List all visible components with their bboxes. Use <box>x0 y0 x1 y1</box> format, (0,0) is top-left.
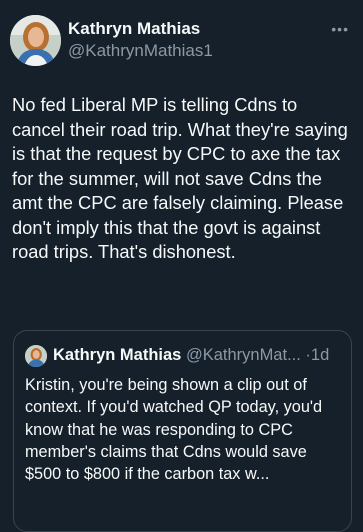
quoted-time: 1d <box>310 346 330 364</box>
quoted-avatar <box>25 345 47 367</box>
author-handle[interactable]: @KathrynMathias1 <box>68 41 213 61</box>
avatar-photo <box>10 15 61 66</box>
more-horizontal-icon[interactable]: ••• <box>331 22 349 36</box>
tweet: Kathryn Mathias @KathrynMathias1 ••• No … <box>0 0 363 532</box>
quoted-text: Kristin, you're being shown a clip out o… <box>25 376 323 484</box>
quoted-author-handle: @KathrynMat... <box>185 346 301 364</box>
quoted-header: Kathryn Mathias @KathrynMat... ·1d <box>53 346 343 365</box>
avatar[interactable] <box>10 15 61 66</box>
quoted-avatar-photo <box>25 345 47 367</box>
quoted-author-name: Kathryn Mathias <box>53 346 182 364</box>
author-name[interactable]: Kathryn Mathias <box>68 19 200 39</box>
quoted-tweet[interactable]: Kathryn Mathias @KathrynMat... ·1d Krist… <box>13 330 352 532</box>
tweet-text: No fed Liberal MP is telling Cdns to can… <box>12 94 348 262</box>
